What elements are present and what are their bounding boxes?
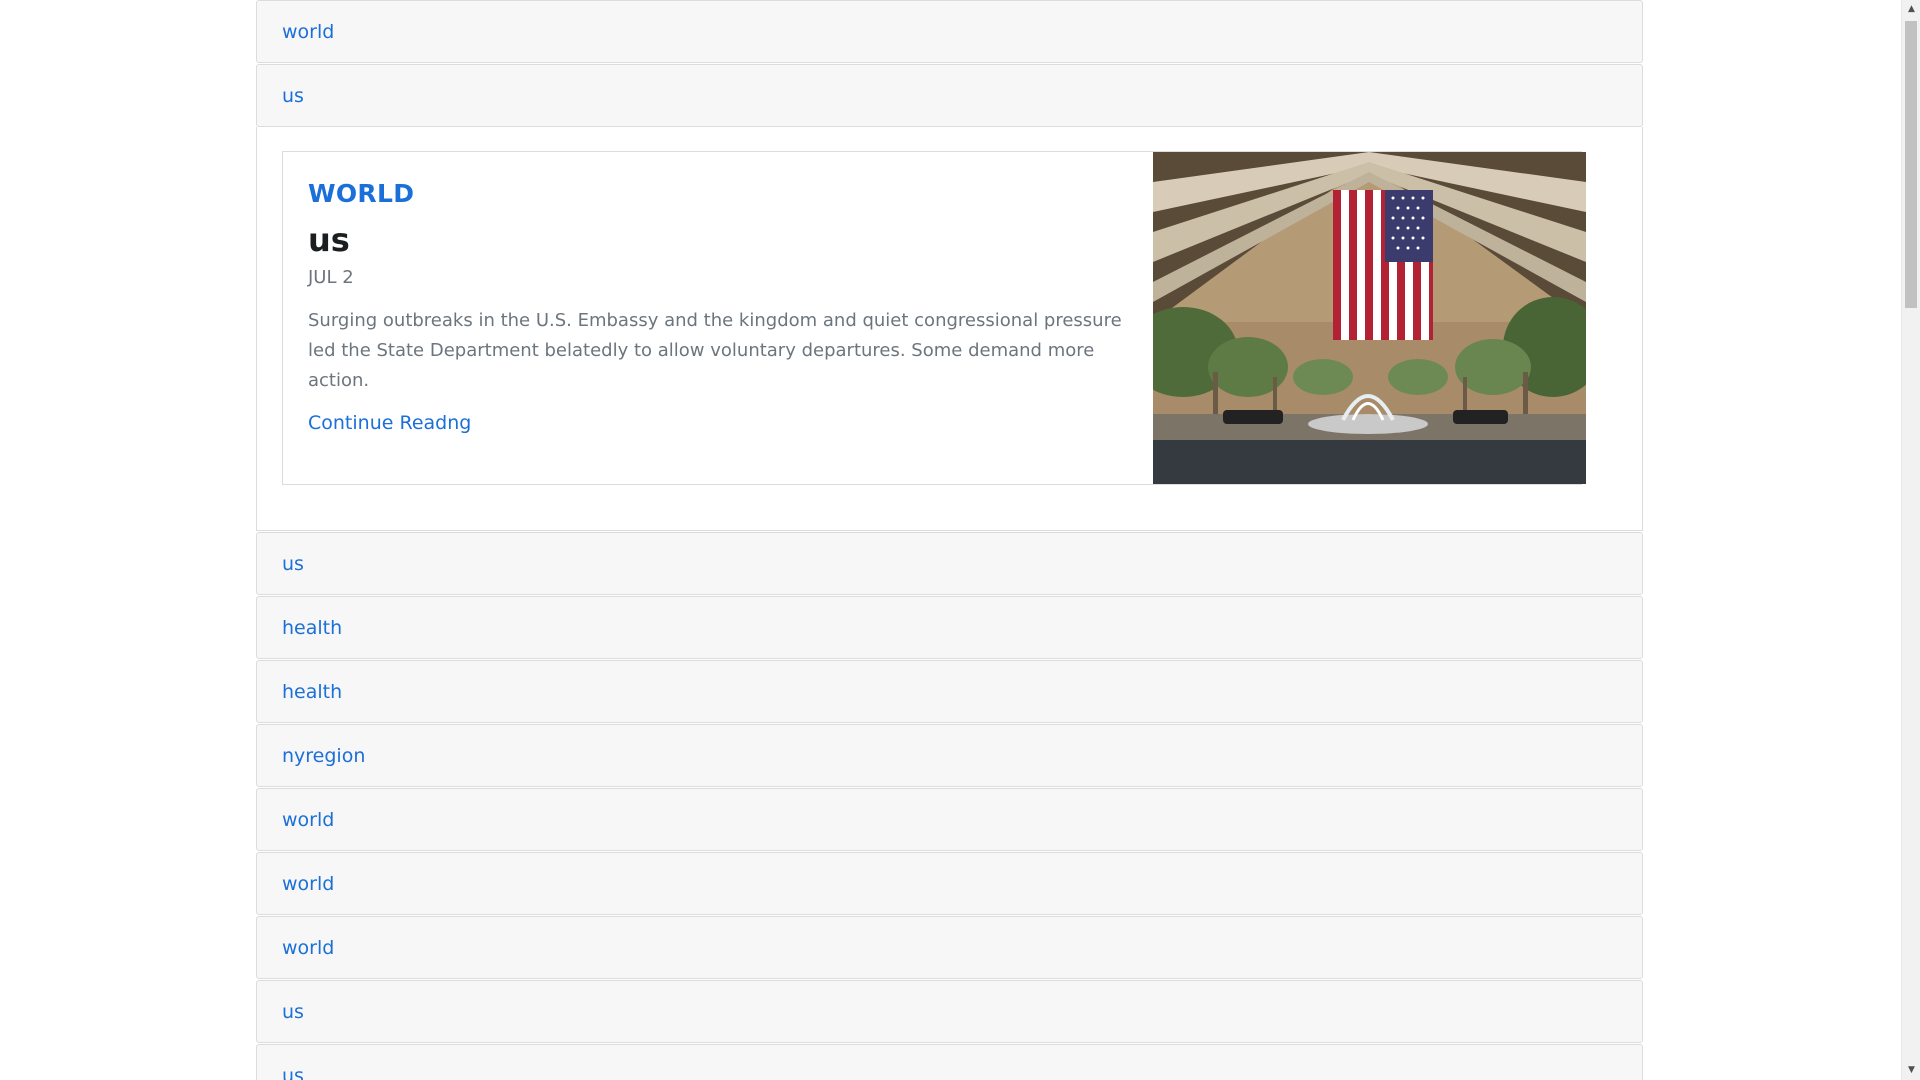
accordion-header-expanded[interactable]: us [256, 64, 1643, 127]
accordion-header[interactable]: us [256, 532, 1643, 595]
article-title: us [308, 220, 350, 259]
article-text: WORLD us JUL 2 Surging outbreaks in the … [283, 152, 1153, 484]
scrollbar-thumb[interactable] [1905, 21, 1917, 308]
accordion-header[interactable]: us [256, 980, 1643, 1043]
vertical-scrollbar[interactable]: ▲ ▼ [1901, 0, 1920, 1080]
continue-reading-link[interactable]: Continue Readng [308, 412, 471, 434]
accordion-header-link[interactable]: world [282, 809, 334, 831]
accordion-header-link[interactable]: world [282, 21, 334, 43]
accordion-header[interactable]: world [256, 788, 1643, 851]
news-accordion: world us WORLD us JUL 2 Surging outbreak… [256, 0, 1643, 1080]
accordion-header-link[interactable]: us [282, 85, 304, 107]
accordion-header-link[interactable]: health [282, 617, 342, 639]
chevron-up-icon[interactable]: ▲ [1902, 0, 1920, 19]
accordion-header[interactable]: world [256, 0, 1643, 63]
accordion-header[interactable]: nyregion [256, 724, 1643, 787]
article-category: WORLD [308, 179, 415, 208]
article-date: JUL 2 [308, 266, 354, 288]
article-card: WORLD us JUL 2 Surging outbreaks in the … [282, 151, 1586, 485]
flag-photo-icon [1153, 152, 1586, 440]
accordion-header[interactable]: world [256, 852, 1643, 915]
article-image [1153, 152, 1586, 484]
page: world us WORLD us JUL 2 Surging outbreak… [0, 0, 1920, 1080]
accordion-header[interactable]: us [256, 1044, 1643, 1080]
article-summary: Surging outbreaks in the U.S. Embassy an… [308, 309, 1122, 391]
accordion-header-link[interactable]: nyregion [282, 745, 365, 767]
accordion-header[interactable]: health [256, 660, 1643, 723]
accordion-body: WORLD us JUL 2 Surging outbreaks in the … [256, 127, 1643, 531]
accordion-header-link[interactable]: us [282, 1065, 304, 1080]
accordion-header-link[interactable]: world [282, 937, 334, 959]
accordion-header-link[interactable]: world [282, 873, 334, 895]
accordion-header-link[interactable]: us [282, 553, 304, 575]
accordion-header[interactable]: health [256, 596, 1643, 659]
chevron-down-icon[interactable]: ▼ [1902, 1061, 1920, 1080]
accordion-header-link[interactable]: health [282, 681, 342, 703]
accordion-header[interactable]: world [256, 916, 1643, 979]
accordion-header-link[interactable]: us [282, 1001, 304, 1023]
